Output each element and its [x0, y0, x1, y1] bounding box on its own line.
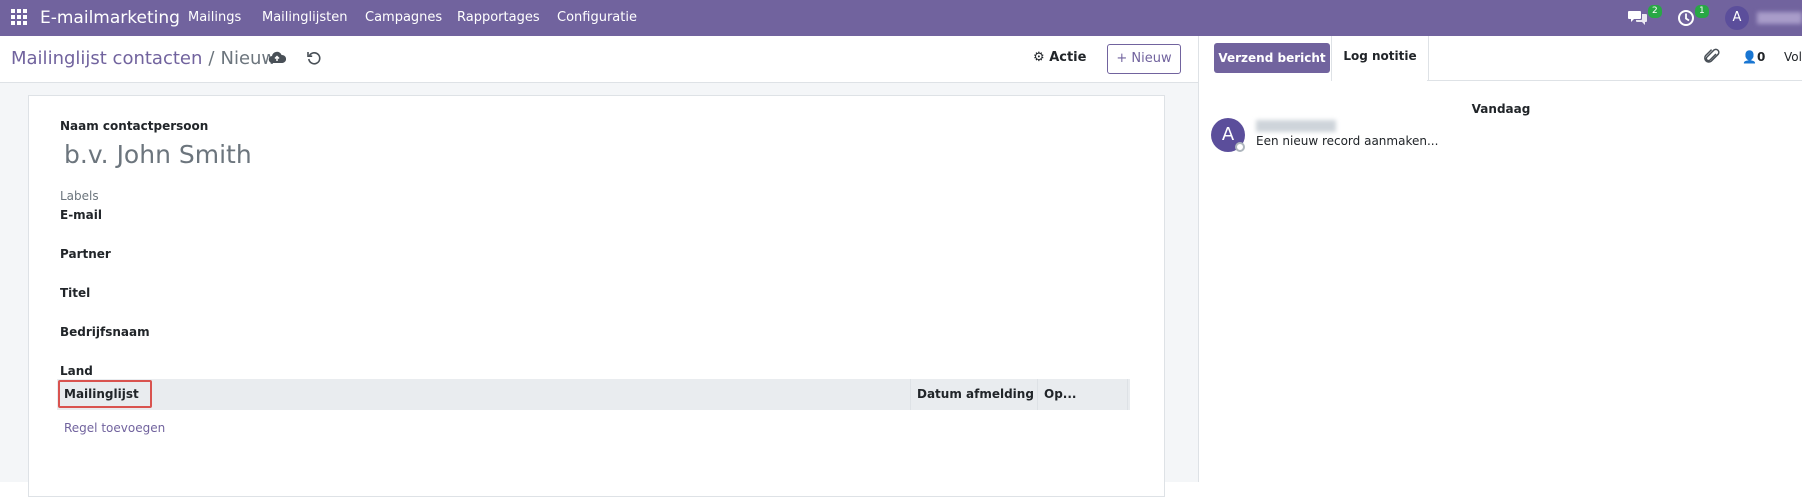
partner-label: Partner — [60, 247, 111, 261]
title-label: Titel — [60, 286, 91, 300]
activities-badge: 1 — [1695, 5, 1709, 18]
follow-button[interactable]: Vol — [1784, 50, 1802, 64]
company-name-label: Bedrijfsnaam — [60, 325, 150, 339]
followers-button[interactable]: 👤0 — [1742, 50, 1765, 64]
chat-bubbles-icon — [1628, 11, 1647, 25]
menu-configuratie[interactable]: Configuratie — [557, 10, 637, 25]
status-indicator-icon — [1235, 142, 1245, 152]
plus-icon: + — [1116, 51, 1128, 66]
messages-badge: 2 — [1648, 5, 1662, 18]
user-name-blurred[interactable] — [1757, 12, 1802, 24]
form-view: Naam contactpersoon b.v. John Smith Labe… — [0, 83, 1198, 497]
highlight-box — [58, 380, 152, 408]
action-menu-button[interactable]: ⚙ Actie — [1033, 50, 1086, 65]
messages-button[interactable]: 2 — [1628, 0, 1662, 36]
breadcrumb: Mailinglijst contacten / Nieuw — [11, 48, 276, 69]
chatter-panel: Verzend bericht Log notitie 👤0 Vol Vanda… — [1198, 36, 1802, 482]
top-navbar: E-mailmarketing Mailings Mailinglijsten … — [0, 0, 1802, 36]
gear-icon: ⚙ — [1033, 50, 1045, 65]
column-divider — [1037, 379, 1038, 410]
chatter-divider — [1427, 80, 1802, 81]
column-divider — [910, 379, 911, 410]
paperclip-icon[interactable] — [1703, 48, 1721, 66]
menu-campagnes[interactable]: Campagnes — [365, 10, 442, 25]
country-label: Land — [60, 364, 93, 378]
column-opt-out[interactable]: Op... — [1044, 387, 1076, 401]
column-unsubscribe-date[interactable]: Datum afmelding — [917, 387, 1034, 401]
control-panel: Mailinglijst contacten / Nieuw ⚙ Actie + N… — [0, 36, 1198, 83]
labels-field[interactable]: Labels — [60, 189, 99, 203]
apps-grid-icon[interactable] — [11, 9, 28, 26]
name-input[interactable]: b.v. John Smith — [64, 140, 252, 169]
breadcrumb-parent[interactable]: Mailinglijst contacten — [11, 48, 202, 69]
app-name[interactable]: E-mailmarketing — [40, 8, 180, 28]
action-label: Actie — [1049, 50, 1087, 65]
add-line-link[interactable]: Regel toevoegen — [64, 421, 165, 435]
clock-icon — [1678, 10, 1694, 26]
form-sheet: Naam contactpersoon b.v. John Smith Labe… — [28, 95, 1165, 497]
new-label: Nieuw — [1131, 51, 1172, 66]
send-message-button[interactable]: Verzend bericht — [1214, 43, 1330, 73]
column-divider — [1127, 379, 1128, 410]
menu-mailings[interactable]: Mailings — [188, 10, 241, 25]
menu-rapportages[interactable]: Rapportages — [457, 10, 540, 25]
message-body: Een nieuw record aanmaken... — [1256, 134, 1439, 148]
person-icon: 👤 — [1742, 50, 1757, 64]
discard-icon[interactable] — [305, 49, 323, 67]
date-separator: Vandaag — [1471, 102, 1531, 116]
email-label: E-mail — [60, 208, 103, 222]
subscription-table-header: Mailinglijst Datum afmelding Op... — [57, 379, 1130, 410]
cloud-upload-icon[interactable] — [268, 49, 286, 67]
followers-count: 0 — [1756, 50, 1766, 64]
activities-button[interactable]: 1 — [1677, 0, 1709, 36]
menu-mailinglijsten[interactable]: Mailinglijsten — [262, 10, 347, 25]
name-label: Naam contactpersoon — [60, 119, 209, 133]
user-avatar[interactable]: A — [1725, 6, 1749, 30]
new-button[interactable]: + Nieuw — [1107, 44, 1181, 74]
message-author-blurred[interactable] — [1256, 120, 1336, 132]
log-note-button[interactable]: Log notitie — [1331, 36, 1429, 81]
breadcrumb-separator: / — [208, 48, 215, 69]
